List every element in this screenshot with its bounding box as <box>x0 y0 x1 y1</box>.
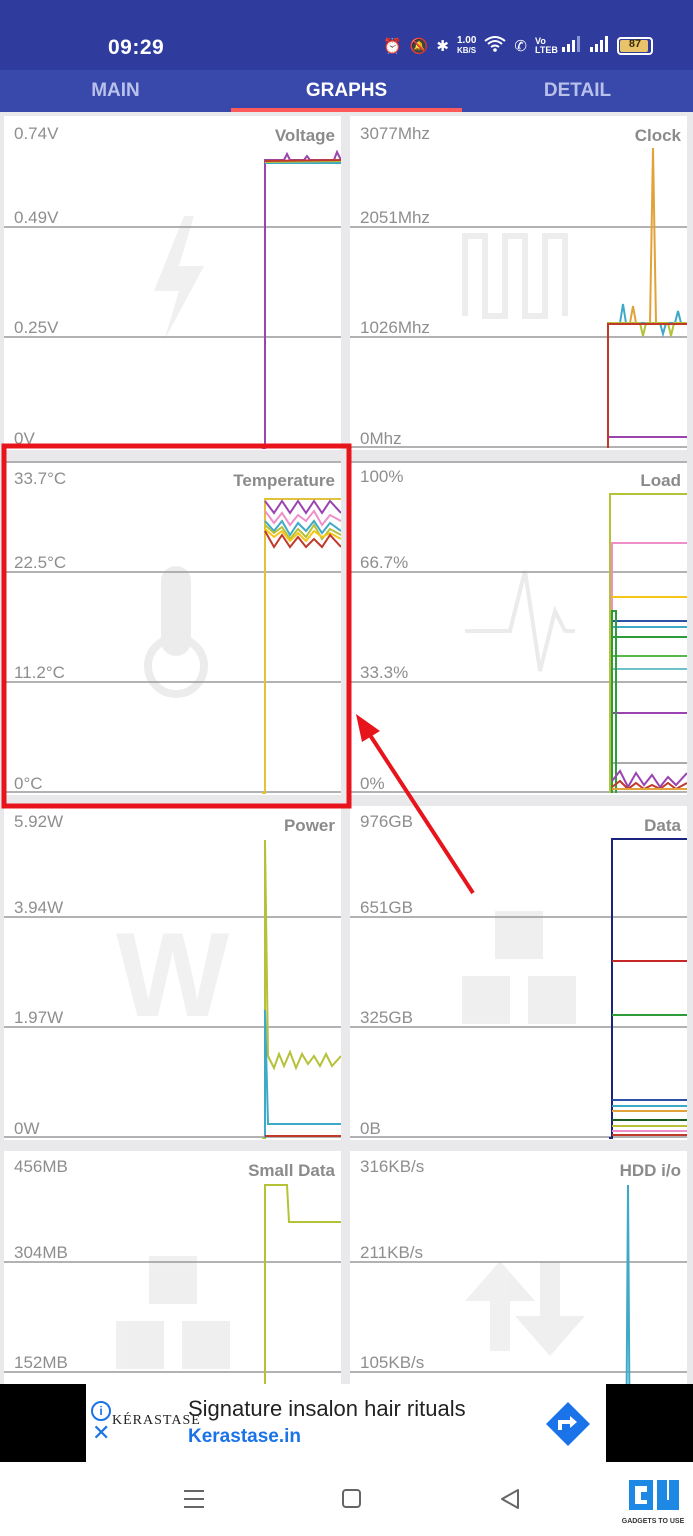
axis-label: 11.2°C <box>14 663 65 682</box>
signal-icon-2 <box>589 36 609 56</box>
tab-bar: MAIN GRAPHS DETAIL <box>0 70 693 112</box>
menu-icon[interactable] <box>184 1490 204 1508</box>
volte-label: Vo LTEB <box>535 36 558 55</box>
blocks-watermark-icon <box>116 1256 230 1369</box>
clock-graph[interactable]: Clock 3077Mhz 2051Mhz 1026Mhz 0Mhz <box>350 116 687 450</box>
ad-link[interactable]: Kerastase.in <box>188 1426 301 1448</box>
axis-label: 22.5°C <box>14 553 67 572</box>
panel-title: Data <box>644 816 681 835</box>
data-graph[interactable]: Data 976GB 651GB 325GB 0B <box>350 806 687 1140</box>
axis-label: 456MB <box>14 1157 68 1176</box>
panel-title: Temperature <box>233 471 335 490</box>
axis-label: 152MB <box>14 1353 68 1372</box>
home-icon[interactable] <box>342 1489 361 1508</box>
tab-main[interactable]: MAIN <box>0 70 231 112</box>
alarm-icon: ⏰ <box>383 38 402 55</box>
load-graph[interactable]: Load 100% 66.7% 33.3% 0% <box>350 461 687 795</box>
axis-label: 0.74V <box>14 124 59 143</box>
temperature-graph[interactable]: Temperature 33.7°C 22.5°C 11.2°C 0°C <box>4 461 341 795</box>
axis-label: 0V <box>14 429 35 448</box>
axis-label: 976GB <box>360 812 413 831</box>
mute-icon: 🔕 <box>409 38 429 55</box>
axis-label: 33.7°C <box>14 469 67 488</box>
blocks-watermark-icon <box>462 911 576 1024</box>
voltage-graph[interactable]: Voltage 0.74V 0.49V 0.25V 0V <box>4 116 341 450</box>
axis-label: 5.92W <box>14 812 64 831</box>
axis-label: 3.94W <box>14 898 64 917</box>
lightning-watermark-icon <box>154 216 204 341</box>
signal-icon-1 <box>561 36 581 56</box>
axis-label: 66.7% <box>360 553 409 572</box>
panel-title: Power <box>283 816 335 835</box>
axis-label: 0Mhz <box>360 429 402 448</box>
navigation-bar: GADGETS TO USE <box>0 1462 693 1536</box>
panel-title: Voltage <box>274 126 335 145</box>
axis-label: 0W <box>14 1119 40 1138</box>
axis-label: 1026Mhz <box>360 318 430 337</box>
panel-title: Small Data <box>248 1161 335 1180</box>
axis-label: 0B <box>360 1119 381 1138</box>
axis-label: 316KB/s <box>360 1157 425 1176</box>
waveform-watermark-icon <box>462 233 568 319</box>
voltage-line <box>262 149 341 449</box>
small-data-graph[interactable]: Small Data 456MB 304MB 152MB <box>4 1151 341 1384</box>
tab-detail[interactable]: DETAIL <box>462 70 693 112</box>
axis-label: 1.97W <box>14 1008 64 1027</box>
panel-title: Clock <box>634 126 681 145</box>
wifi-icon <box>484 36 507 56</box>
info-icon[interactable]: i <box>91 1401 111 1421</box>
power-graph[interactable]: W Power 5.92W 3.94W 1.97W 0W <box>4 806 341 1140</box>
axis-label: 325GB <box>360 1008 413 1027</box>
gadgets-to-use-logo: GADGETS TO USE <box>622 1480 685 1525</box>
svg-text:W: W <box>116 908 230 1042</box>
heartbeat-watermark-icon <box>465 570 575 672</box>
axis-label: 33.3% <box>360 663 409 682</box>
up-down-arrows-watermark-icon <box>465 1261 585 1356</box>
wifi-calling-icon: ✆ <box>514 38 527 55</box>
back-icon[interactable] <box>501 1489 519 1509</box>
svg-text:GADGETS TO USE: GADGETS TO USE <box>622 1518 685 1525</box>
axis-label: 0°C <box>14 774 43 793</box>
status-icons: ⏰ 🔕 ✱ 1.00 KB/S ✆ Vo LTEB 87 <box>383 36 653 56</box>
axis-label: 304MB <box>14 1243 68 1262</box>
axis-label: 211KB/s <box>360 1243 424 1262</box>
axis-label: 0.25V <box>14 318 59 337</box>
ad-headline[interactable]: Signature insalon hair rituals <box>188 1396 466 1422</box>
watt-watermark-icon: W <box>116 908 230 1042</box>
thermometer-watermark-icon <box>144 566 208 698</box>
network-speed: 1.00 KB/S <box>456 35 477 56</box>
ad-banner[interactable]: i ✕ KÉRASTASE Signature insalon hair rit… <box>0 1384 693 1462</box>
status-bar: 09:29 ⏰ 🔕 ✱ 1.00 KB/S ✆ Vo LTEB 87 <box>0 0 693 70</box>
clock-time: 09:29 <box>108 36 165 59</box>
axis-label: 651GB <box>360 898 413 917</box>
axis-label: 100% <box>360 467 404 486</box>
axis-label: 0.49V <box>14 208 59 227</box>
tab-graphs[interactable]: GRAPHS <box>231 70 462 112</box>
axis-label: 105KB/s <box>360 1353 425 1372</box>
axis-label: 3077Mhz <box>360 124 430 143</box>
axis-label: 2051Mhz <box>360 208 430 227</box>
close-icon[interactable]: ✕ <box>92 1422 110 1444</box>
panel-title: Load <box>640 471 681 490</box>
ad-open-button[interactable] <box>544 1400 592 1448</box>
bluetooth-icon: ✱ <box>436 38 449 55</box>
panel-title: HDD i/o <box>619 1161 681 1180</box>
hdd-io-graph[interactable]: HDD i/o 316KB/s 211KB/s 105KB/s <box>350 1151 687 1384</box>
battery-icon: 87 <box>617 37 653 55</box>
axis-label: 0% <box>360 774 385 793</box>
graphs-grid[interactable]: Voltage 0.74V 0.49V 0.25V 0V Clock 3077M… <box>0 112 693 1384</box>
